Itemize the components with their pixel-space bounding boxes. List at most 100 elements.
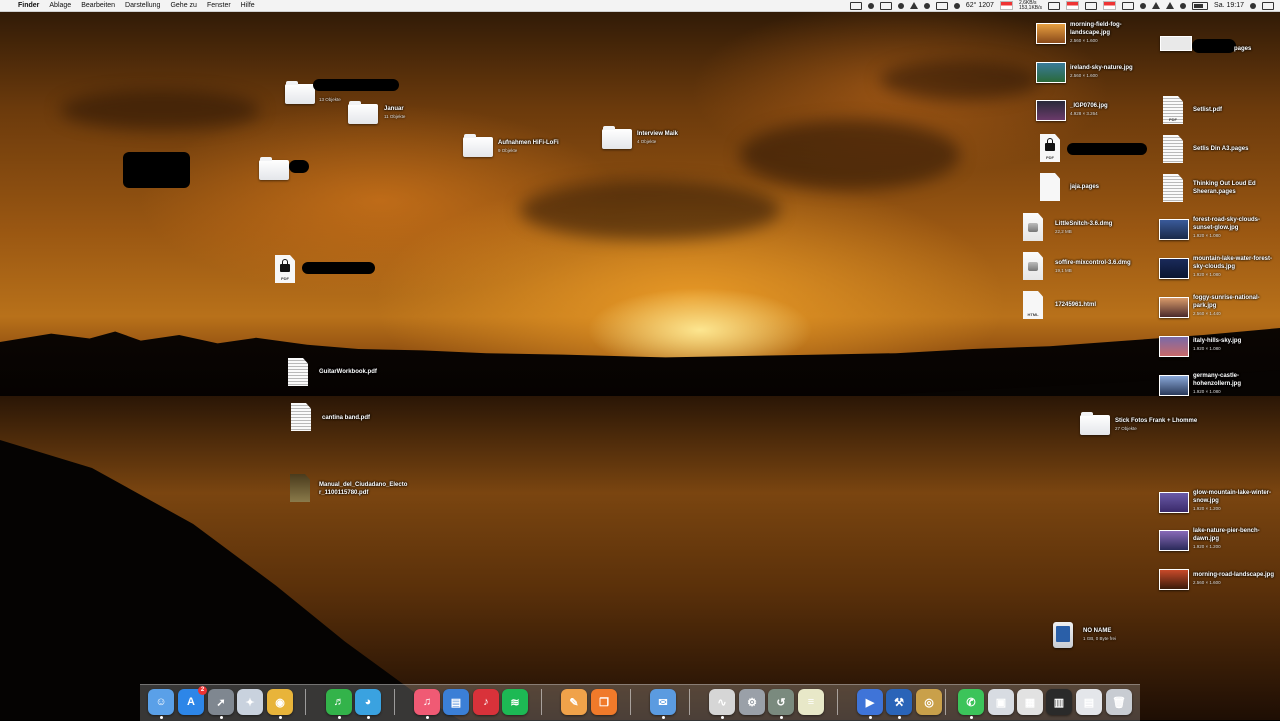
time-machine-icon[interactable]	[1140, 2, 1147, 9]
drive-label[interactable]: NO NAME	[1083, 628, 1111, 635]
file-label[interactable]: glow-mountain-lake-winter-	[1193, 490, 1271, 497]
spotify-app[interactable]: ≋	[502, 689, 528, 715]
file-label[interactable]: landscape.jpg	[1070, 30, 1110, 37]
app-store-app[interactable]: A2	[178, 686, 207, 715]
messages-app[interactable]: ✆	[958, 689, 984, 715]
time-machine-app[interactable]: ↺	[768, 689, 794, 715]
skype-icon[interactable]	[867, 2, 874, 9]
stack-4-app[interactable]: ▤	[1076, 689, 1102, 715]
folder-icon[interactable]	[348, 101, 378, 124]
file-label[interactable]: mountain-lake-water-forest-	[1193, 256, 1272, 263]
xcode-app[interactable]: ⚒	[886, 689, 912, 715]
folder-icon[interactable]	[463, 134, 493, 157]
mail-app[interactable]: ✉	[650, 689, 676, 715]
file-label[interactable]: morning-road-landscape.jpg	[1193, 572, 1274, 579]
file-label[interactable]: lake-nature-pier-bench-	[1193, 528, 1260, 535]
dropbox-icon[interactable]	[849, 1, 862, 10]
sd-card-drive-icon[interactable]	[1053, 622, 1073, 648]
image-thumbnail[interactable]	[1036, 100, 1066, 121]
image-thumbnail[interactable]	[1159, 336, 1189, 357]
html-document-icon[interactable]: HTML	[1023, 291, 1043, 319]
file-label[interactable]: Setlis Din A3.pages	[1193, 146, 1248, 153]
folder-interview-label[interactable]: Interview Maik	[637, 131, 678, 138]
finder-app[interactable]: ☺	[148, 689, 174, 715]
disk-image-icon[interactable]	[1023, 252, 1043, 280]
folder-januar-label[interactable]: Januar	[384, 106, 404, 113]
file-label[interactable]: italy-hills-sky.jpg	[1193, 338, 1241, 345]
file-label[interactable]: pages	[1234, 46, 1251, 53]
image-thumbnail[interactable]	[1159, 219, 1189, 240]
file-label[interactable]: foggy-sunrise-national-	[1193, 295, 1260, 302]
keynote-app[interactable]: ▤	[443, 689, 469, 715]
disk-graph-icon[interactable]	[1085, 1, 1098, 10]
menu-app-name[interactable]: Finder	[18, 2, 39, 9]
drive-icon[interactable]	[909, 2, 918, 9]
itunes-app[interactable]: ♫	[414, 689, 440, 715]
pdf-document-icon[interactable]	[288, 358, 308, 386]
file-label[interactable]: park.jpg	[1193, 303, 1216, 310]
notification-center-icon[interactable]	[1262, 1, 1274, 10]
sensor-icon[interactable]	[1103, 1, 1117, 10]
file-label[interactable]: germany-castle-	[1193, 373, 1239, 380]
launchpad-app[interactable]: ➚	[208, 689, 234, 715]
stack-3-app[interactable]: ▥	[1046, 689, 1072, 715]
menu-ablage[interactable]: Ablage	[49, 2, 71, 9]
file-label[interactable]: LittleSnitch-3.6.dmg	[1055, 221, 1112, 228]
trash-app[interactable]: 🗑	[1106, 689, 1132, 715]
image-thumbnail[interactable]	[1159, 258, 1189, 279]
weather-icon[interactable]	[953, 2, 960, 9]
weather-readout[interactable]: 62° 1207	[966, 2, 994, 9]
graph-icon[interactable]	[1066, 1, 1080, 10]
file-label[interactable]: sky-clouds.jpg	[1193, 264, 1235, 271]
instruments-app[interactable]: ◎	[916, 689, 942, 715]
guitar-workbook-label[interactable]: GuitarWorkbook.pdf	[319, 369, 377, 376]
folder-icon[interactable]	[285, 81, 315, 104]
battery-icon[interactable]	[1192, 1, 1209, 10]
manual-label-line-2[interactable]: r_1100115780.pdf	[319, 490, 368, 497]
chrome-app[interactable]: ◉	[267, 689, 293, 715]
volume-icon[interactable]	[1180, 2, 1187, 9]
file-label[interactable]: morning-field-fog-	[1070, 22, 1122, 29]
image-thumbnail[interactable]	[1036, 23, 1066, 44]
pages-document-icon[interactable]	[1040, 173, 1060, 201]
disk-utility-app[interactable]: ≡	[798, 689, 824, 715]
folder-icon[interactable]	[602, 126, 632, 149]
file-label[interactable]: dawn.jpg	[1193, 536, 1219, 543]
menu-darstellung[interactable]: Darstellung	[125, 2, 160, 9]
cantina-band-label[interactable]: cantina band.pdf	[322, 415, 370, 422]
tweetbot-app[interactable]: ◕	[355, 689, 381, 715]
pages-thumbnail[interactable]	[1160, 36, 1192, 51]
file-label[interactable]: Setlist.pdf	[1193, 107, 1222, 114]
menu-hilfe[interactable]: Hilfe	[241, 2, 255, 9]
memory-graph-icon[interactable]	[1048, 1, 1061, 10]
pdf-document-icon[interactable]	[291, 403, 311, 431]
menu-bearbeiten[interactable]: Bearbeiten	[81, 2, 115, 9]
guitar-app[interactable]: ♪	[473, 689, 499, 715]
flag-icon[interactable]	[999, 1, 1013, 10]
wifi-icon[interactable]	[1166, 2, 1175, 9]
file-label[interactable]: hohenzollern.jpg	[1193, 381, 1241, 388]
manual-label-line-1[interactable]: Manual_del_Ciudadano_Electo	[319, 482, 407, 489]
pages-app[interactable]: ✎	[561, 689, 587, 715]
pdf-document-icon[interactable]: PDF	[1163, 96, 1183, 124]
file-label[interactable]: Sheeran.pages	[1193, 189, 1236, 196]
ibooks-app[interactable]: ❐	[591, 689, 617, 715]
pages-document-icon[interactable]	[1163, 135, 1183, 163]
safari-app[interactable]: ✦	[237, 689, 263, 715]
screen-icon[interactable]	[879, 1, 892, 10]
locked-pdf-icon[interactable]: PDF	[1040, 134, 1060, 162]
bluetooth-icon[interactable]	[1152, 2, 1161, 9]
airplay-icon[interactable]	[1122, 1, 1135, 10]
image-thumbnail[interactable]	[1159, 569, 1189, 590]
file-label[interactable]: forest-road-sky-clouds-	[1193, 217, 1260, 224]
folder-stick-label[interactable]: Stick Fotos Frank + Lhomme	[1115, 418, 1197, 425]
file-label[interactable]: jaja.pages	[1070, 184, 1099, 191]
system-preferences-app[interactable]: ⚙	[739, 689, 765, 715]
image-thumbnail[interactable]	[1159, 297, 1189, 318]
folder-icon[interactable]	[259, 157, 289, 180]
image-thumbnail[interactable]	[1159, 530, 1189, 551]
file-label[interactable]: snow.jpg	[1193, 498, 1219, 505]
stack-2-app[interactable]: ▦	[1017, 689, 1043, 715]
stack-1-app[interactable]: ▣	[988, 689, 1014, 715]
disk-image-icon[interactable]	[1023, 213, 1043, 241]
